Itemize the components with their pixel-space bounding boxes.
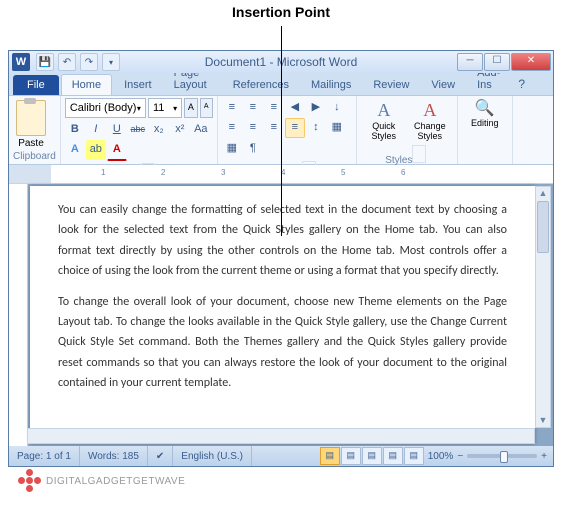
web-layout-view-icon[interactable]: ▤: [362, 447, 382, 465]
review-tab[interactable]: Review: [363, 75, 419, 95]
borders-icon[interactable]: ▦: [222, 139, 242, 159]
align-left-icon[interactable]: ≡: [222, 118, 242, 138]
insert-tab[interactable]: Insert: [114, 75, 162, 95]
styles-launcher-icon[interactable]: [412, 145, 426, 163]
proofing-icon[interactable]: ✔: [148, 446, 173, 466]
view-tab[interactable]: View: [421, 75, 465, 95]
font-group: Calibri (Body)▾ 11▾ A A B I U abc x₂ x² …: [61, 96, 218, 164]
strike-button[interactable]: abc: [128, 120, 148, 140]
zoom-slider[interactable]: [467, 454, 537, 458]
paste-icon[interactable]: [16, 100, 46, 136]
status-bar: Page: 1 of 1 Words: 185 ✔ English (U.S.)…: [9, 446, 553, 466]
watermark-text: DIGITALGADGETGETWAVE: [46, 476, 185, 487]
paragraph-1: You can easily change the formatting of …: [58, 200, 507, 282]
shrink-font-icon[interactable]: A: [200, 98, 213, 118]
zoom-level[interactable]: 100%: [428, 451, 454, 462]
clipboard-group: Paste Clipboard: [9, 96, 61, 164]
superscript-button[interactable]: x²: [170, 120, 190, 140]
font-name-select[interactable]: Calibri (Body)▾: [65, 98, 146, 118]
watermark-logo-icon: [18, 469, 42, 493]
editing-label: [462, 160, 508, 162]
page[interactable]: You can easily change the formatting of …: [30, 186, 535, 444]
close-button[interactable]: ✕: [511, 53, 551, 71]
references-tab[interactable]: References: [223, 75, 299, 95]
insertion-point-indicator: [281, 26, 282, 236]
styles-group: A Quick Styles A Change Styles Styles: [357, 96, 458, 164]
italic-button[interactable]: I: [86, 120, 106, 140]
home-tab[interactable]: Home: [61, 74, 112, 95]
bold-button[interactable]: B: [65, 120, 85, 140]
line-spacing-icon[interactable]: ↕: [306, 118, 326, 138]
clipboard-label: Clipboard: [13, 149, 56, 162]
maximize-button[interactable]: ☐: [484, 53, 510, 71]
underline-button[interactable]: U: [107, 120, 127, 140]
zoom-in-icon[interactable]: +: [541, 451, 547, 462]
inc-indent-icon[interactable]: ▶: [306, 98, 326, 118]
file-tab[interactable]: File: [13, 75, 59, 95]
dec-indent-icon[interactable]: ◀: [285, 98, 305, 118]
quick-styles-button[interactable]: A Quick Styles: [361, 98, 407, 143]
paragraph-2: To change the overall look of your docum…: [58, 292, 507, 394]
word-count[interactable]: Words: 185: [80, 446, 148, 466]
paragraph-group: ≡ ≡ ≡ ◀ ▶ ↓ ≡ ≡ ≡ ≡ ↕ ▦ ▦ ¶ Pa: [218, 96, 357, 164]
fullscreen-view-icon[interactable]: ▤: [341, 447, 361, 465]
highlight-icon[interactable]: ab: [86, 140, 106, 160]
help-icon[interactable]: ?: [512, 73, 531, 95]
page-status[interactable]: Page: 1 of 1: [9, 446, 80, 466]
numbering-icon[interactable]: ≡: [243, 98, 263, 118]
scroll-thumb[interactable]: [537, 201, 549, 253]
scroll-up-icon[interactable]: ▲: [536, 187, 550, 200]
sort-icon[interactable]: ↓: [327, 98, 347, 118]
minimize-button[interactable]: ─: [457, 53, 483, 71]
watermark: DIGITALGADGETGETWAVE: [18, 469, 185, 493]
shading-icon[interactable]: ▦: [327, 118, 347, 138]
outline-view-icon[interactable]: ▤: [383, 447, 403, 465]
font-size-select[interactable]: 11▾: [148, 98, 182, 118]
text-effects-icon[interactable]: A: [65, 140, 85, 160]
bullets-icon[interactable]: ≡: [222, 98, 242, 118]
horizontal-scrollbar[interactable]: [27, 428, 535, 444]
zoom-out-icon[interactable]: −: [457, 451, 463, 462]
show-marks-icon[interactable]: ¶: [243, 139, 263, 159]
align-center-icon[interactable]: ≡: [243, 118, 263, 138]
language-status[interactable]: English (U.S.): [173, 446, 252, 466]
paste-button[interactable]: Paste: [13, 138, 49, 149]
font-color-icon[interactable]: A: [107, 140, 127, 161]
mailings-tab[interactable]: Mailings: [301, 75, 361, 95]
vertical-scrollbar[interactable]: ▲ ▼: [535, 186, 551, 428]
vertical-ruler[interactable]: [9, 184, 28, 446]
editing-group: 🔍 Editing: [458, 96, 513, 164]
subscript-button[interactable]: x₂: [149, 120, 169, 140]
print-layout-view-icon[interactable]: ▤: [320, 447, 340, 465]
draft-view-icon[interactable]: ▤: [404, 447, 424, 465]
case-button[interactable]: Aa: [191, 120, 211, 140]
scroll-down-icon[interactable]: ▼: [536, 414, 550, 427]
annotation-label: Insertion Point: [0, 0, 562, 22]
grow-font-icon[interactable]: A: [184, 98, 197, 118]
change-styles-button[interactable]: A Change Styles: [407, 98, 453, 143]
editing-button[interactable]: 🔍 Editing: [462, 98, 508, 128]
justify-icon[interactable]: ≡: [285, 118, 305, 138]
